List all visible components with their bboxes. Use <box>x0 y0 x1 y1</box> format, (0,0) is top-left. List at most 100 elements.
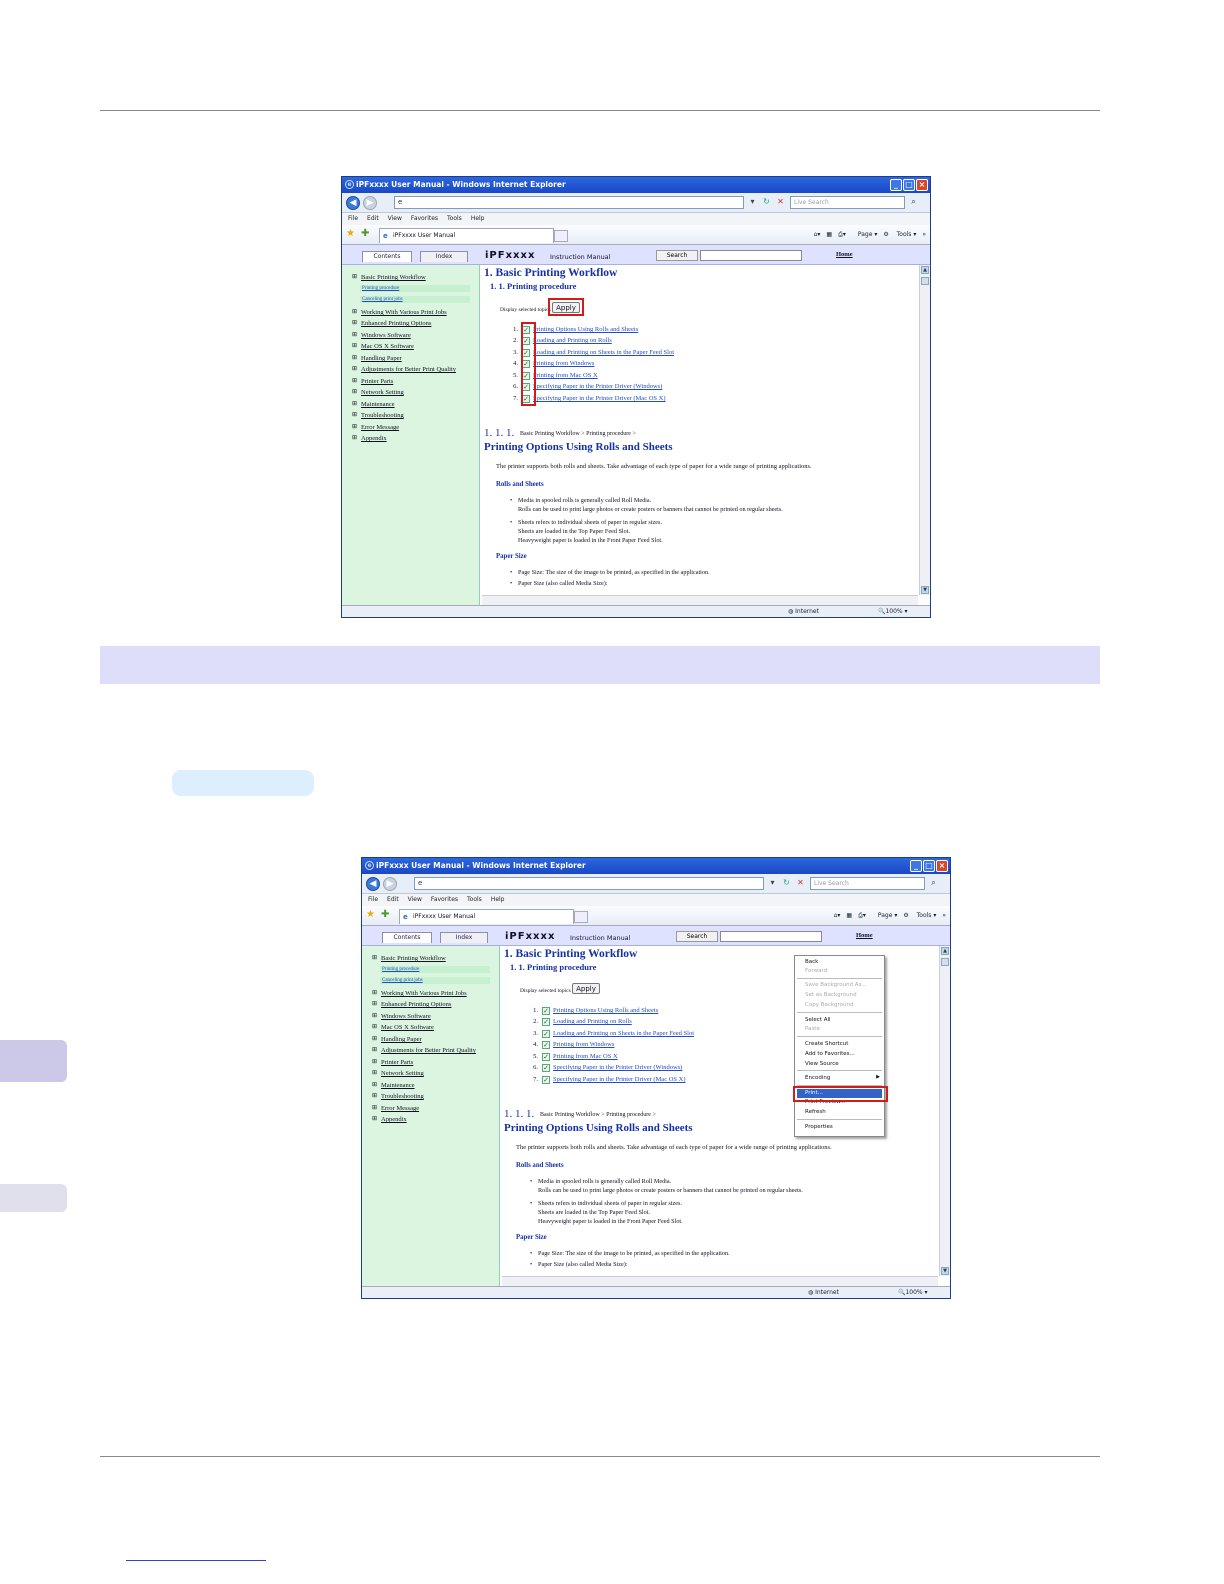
tools-menu[interactable]: ⚙ Tools ▾ <box>883 231 916 238</box>
forward-button[interactable]: ▶ <box>363 196 377 210</box>
toc-item[interactable]: Working With Various Print Jobs <box>352 308 447 317</box>
toc-item[interactable]: Maintenance <box>352 400 394 409</box>
home-link[interactable]: Home <box>836 251 853 258</box>
topic-row[interactable]: 1. ✓ Printing Options Using Rolls and Shee… <box>516 1006 658 1016</box>
manual-search-input[interactable] <box>700 250 802 261</box>
footer-link-underline[interactable] <box>126 1560 266 1561</box>
toc-item[interactable]: Maintenance <box>372 1081 414 1090</box>
toc-item[interactable]: Troubleshooting <box>352 411 404 420</box>
live-search-input[interactable]: Live Search <box>790 196 905 209</box>
search-icon[interactable]: ⌕ <box>907 196 920 209</box>
toc-item[interactable]: Error Message <box>352 423 399 432</box>
apply-button[interactable]: Apply <box>572 983 600 994</box>
toc-item[interactable]: Handling Paper <box>372 1035 422 1044</box>
toc-item[interactable]: Windows Software <box>372 1012 431 1021</box>
tab-contents[interactable]: Contents <box>382 932 432 943</box>
menu-help[interactable]: Help <box>471 215 485 222</box>
topic-row[interactable]: 2. ✓ Loading and Printing on Rolls <box>516 1017 632 1027</box>
toc-item[interactable]: Handling Paper <box>352 354 402 363</box>
menu-item-back[interactable]: Back <box>805 959 818 965</box>
topic-row[interactable]: 3. ✓ Loading and Printing on Sheets in the… <box>516 1029 694 1039</box>
topic-row[interactable]: 6. ✓ Specifying Paper in the Printer Drive… <box>516 1063 682 1073</box>
toc-item[interactable]: Troubleshooting <box>372 1092 424 1101</box>
url-field[interactable]: e <box>414 877 764 890</box>
search-button[interactable]: Search <box>676 931 718 942</box>
back-button[interactable]: ◀ <box>346 196 360 210</box>
toc-sub-item[interactable]: Canceling print jobs <box>380 977 490 984</box>
toc-item[interactable]: Basic Printing Workflow <box>352 273 426 282</box>
refresh-icon[interactable]: ↻ <box>760 196 773 209</box>
vertical-scrollbar[interactable]: ▲ ▼ <box>919 265 930 595</box>
menu-item-refresh[interactable]: Refresh <box>805 1109 826 1115</box>
add-favorites-icon[interactable]: ✚ <box>361 228 369 240</box>
close-button[interactable]: × <box>916 179 928 191</box>
menu-item-properties[interactable]: Properties <box>805 1124 833 1130</box>
search-icon[interactable]: ⌕ <box>927 877 940 890</box>
toc-item[interactable]: Appendix <box>352 434 387 443</box>
topic-row[interactable]: 7. ✓ Specifying Paper in the Printer Drive… <box>516 1075 686 1085</box>
menu-item-create-shortcut[interactable]: Create Shortcut <box>805 1041 848 1047</box>
menu-view[interactable]: View <box>408 896 422 903</box>
menu-favorites[interactable]: Favorites <box>431 896 458 903</box>
tab-contents[interactable]: Contents <box>362 251 412 262</box>
horizontal-scrollbar[interactable] <box>502 1276 938 1286</box>
toc-sub-item[interactable]: Printing procedure <box>360 285 470 292</box>
menu-item-view-source[interactable]: View Source <box>805 1061 839 1067</box>
topic-row[interactable]: 2. ✓ Loading and Printing on Rolls <box>496 336 612 346</box>
minimize-button[interactable]: _ <box>910 860 922 872</box>
toc-sub-item[interactable]: Printing procedure <box>380 966 490 973</box>
topic-row[interactable]: 5. ✓ Printing from Mac OS X <box>516 1052 618 1062</box>
toc-item[interactable]: Enhanced Printing Options <box>352 319 431 328</box>
zoom-level[interactable]: 🔍100% ▾ <box>898 1287 928 1298</box>
menu-item-set-background[interactable]: Set as Background <box>805 992 857 998</box>
favorites-star-icon[interactable]: ★ <box>366 909 375 921</box>
toc-item[interactable]: Mac OS X Software <box>352 342 414 351</box>
zoom-level[interactable]: 🔍100% ▾ <box>878 606 908 617</box>
vertical-scrollbar[interactable]: ▲ ▼ <box>939 946 950 1276</box>
menu-tools[interactable]: Tools <box>467 896 482 903</box>
toc-item[interactable]: Enhanced Printing Options <box>372 1000 451 1009</box>
horizontal-scrollbar[interactable] <box>482 595 918 605</box>
close-button[interactable]: × <box>936 860 948 872</box>
feeds-icon[interactable]: ▦ <box>826 231 832 238</box>
maximize-button[interactable]: □ <box>923 860 935 872</box>
back-button[interactable]: ◀ <box>366 877 380 891</box>
toc-item[interactable]: Network Setting <box>372 1069 424 1078</box>
url-field[interactable]: e <box>394 196 744 209</box>
page-tab[interactable]: iPFxxxx User Manual <box>399 909 574 924</box>
search-button[interactable]: Search <box>656 250 698 261</box>
toc-item[interactable]: Printer Parts <box>372 1058 413 1067</box>
chevron-icon[interactable]: » <box>942 912 946 919</box>
chevron-icon[interactable]: » <box>922 231 926 238</box>
menu-item-encoding[interactable]: Encoding <box>805 1075 830 1081</box>
home-icon[interactable]: ⌂▾ <box>814 231 821 238</box>
stop-icon[interactable]: ✕ <box>794 877 807 890</box>
menu-item-paste[interactable]: Paste <box>805 1026 820 1032</box>
menu-item-save-background[interactable]: Save Background As... <box>805 982 867 988</box>
print-icon[interactable]: ⎙▾ <box>838 231 846 238</box>
page-menu[interactable]: Page ▾ <box>852 231 877 238</box>
feeds-icon[interactable]: ▦ <box>846 912 852 919</box>
favorites-star-icon[interactable]: ★ <box>346 228 355 240</box>
print-icon[interactable]: ⎙▾ <box>858 912 866 919</box>
menu-view[interactable]: View <box>388 215 402 222</box>
stop-icon[interactable]: ✕ <box>774 196 787 209</box>
toc-item[interactable]: Basic Printing Workflow <box>372 954 446 963</box>
topic-row[interactable]: 1. ✓ Printing Options Using Rolls and Shee… <box>496 325 638 335</box>
tab-index[interactable]: Index <box>420 251 468 262</box>
toc-item[interactable]: Network Setting <box>352 388 404 397</box>
toc-item[interactable]: Appendix <box>372 1115 407 1124</box>
home-link[interactable]: Home <box>856 932 873 939</box>
menu-edit[interactable]: Edit <box>387 896 399 903</box>
new-tab-button[interactable] <box>554 230 568 242</box>
toc-item[interactable]: Printer Parts <box>352 377 393 386</box>
toc-sub-item[interactable]: Canceling print jobs <box>360 296 470 303</box>
menu-edit[interactable]: Edit <box>367 215 379 222</box>
toc-item[interactable]: Working With Various Print Jobs <box>372 989 467 998</box>
menu-favorites[interactable]: Favorites <box>411 215 438 222</box>
menu-item-add-favorites[interactable]: Add to Favorites... <box>805 1051 855 1057</box>
new-tab-button[interactable] <box>574 911 588 923</box>
forward-button[interactable]: ▶ <box>383 877 397 891</box>
index-side-tab[interactable] <box>0 1184 67 1212</box>
menu-file[interactable]: File <box>368 896 378 903</box>
